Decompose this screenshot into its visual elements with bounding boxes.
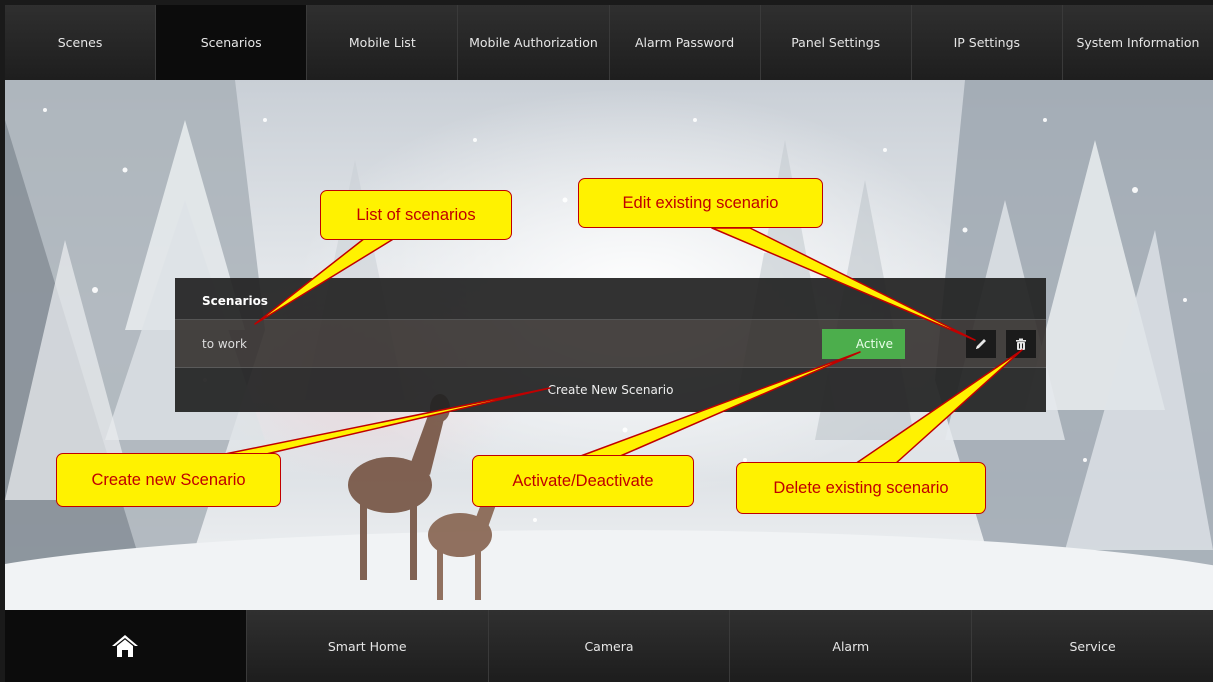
scenario-name: to work — [202, 336, 247, 351]
home-button[interactable] — [5, 610, 247, 682]
tab-alarm-password[interactable]: Alarm Password — [609, 5, 761, 80]
scenarios-panel: Scenarios to work Active Create New Scen… — [175, 278, 1046, 412]
tab-camera[interactable]: Camera — [488, 610, 731, 682]
callout-list-of-scenarios: List of scenarios — [320, 190, 512, 240]
tab-panel-settings[interactable]: Panel Settings — [760, 5, 912, 80]
trash-icon — [1016, 338, 1026, 350]
delete-button[interactable] — [1006, 330, 1036, 358]
tab-ip-settings[interactable]: IP Settings — [911, 5, 1063, 80]
tab-smart-home[interactable]: Smart Home — [246, 610, 489, 682]
create-new-scenario-button[interactable]: Create New Scenario — [175, 368, 1046, 412]
panel-title: Scenarios — [175, 278, 1046, 320]
tab-system-information[interactable]: System Information — [1062, 5, 1213, 80]
edit-button[interactable] — [966, 330, 996, 358]
tab-mobile-list[interactable]: Mobile List — [307, 5, 459, 80]
scenario-row[interactable]: to work Active — [175, 320, 1046, 368]
activate-toggle-button[interactable]: Active — [822, 329, 905, 359]
callout-edit-existing-scenario: Edit existing scenario — [578, 178, 823, 228]
top-navigation: Scenes Scenarios Mobile List Mobile Auth… — [5, 5, 1213, 80]
callout-activate-deactivate: Activate/Deactivate — [472, 455, 694, 507]
tab-alarm[interactable]: Alarm — [730, 610, 973, 682]
tab-scenarios[interactable]: Scenarios — [156, 5, 308, 80]
callout-create-new-scenario: Create new Scenario — [56, 453, 281, 507]
tab-scenes[interactable]: Scenes — [5, 5, 157, 80]
pencil-icon — [976, 339, 986, 349]
tab-mobile-authorization[interactable]: Mobile Authorization — [458, 5, 610, 80]
bottom-navigation: Smart Home Camera Alarm Service — [5, 610, 1213, 682]
callout-delete-existing-scenario: Delete existing scenario — [736, 462, 986, 514]
home-icon — [112, 635, 139, 657]
tab-service[interactable]: Service — [972, 610, 1213, 682]
